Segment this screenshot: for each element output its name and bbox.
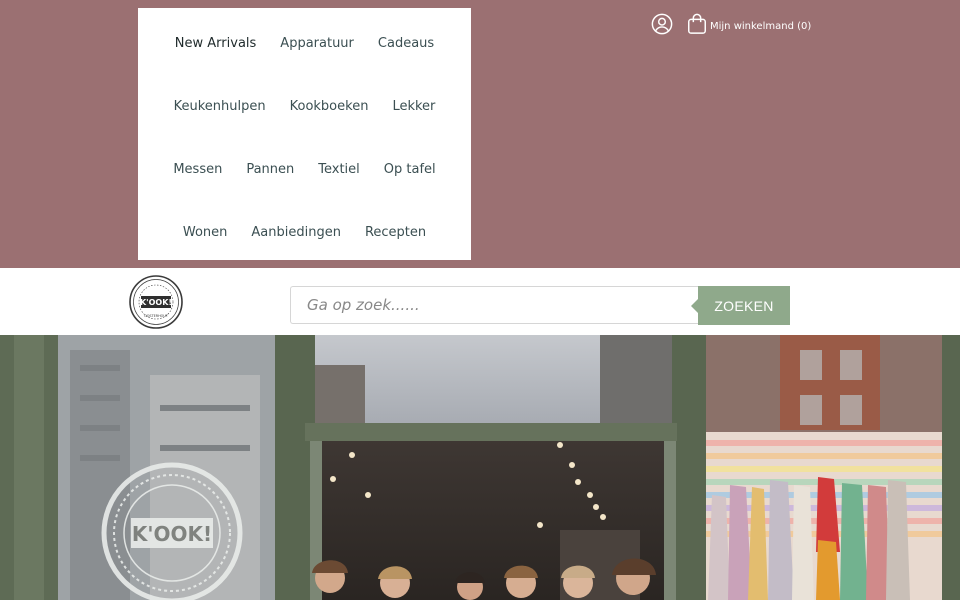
menu-item-pannen[interactable]: Pannen — [246, 162, 294, 177]
kook-logo[interactable]: K'OOK! OOSTERHOUT — [129, 275, 183, 329]
menu-item-new-arrivals[interactable]: New Arrivals — [175, 36, 257, 51]
user-circle-icon[interactable] — [651, 13, 673, 35]
menu-item-lekker[interactable]: Lekker — [392, 99, 435, 114]
menu-row: Messen Pannen Textiel Op tafel — [138, 162, 471, 177]
logo-ring-text: OOSTERHOUT — [144, 314, 169, 318]
menu-item-op-tafel[interactable]: Op tafel — [384, 162, 436, 177]
search-input[interactable] — [291, 286, 698, 324]
hero-storefront-photo: K'OOK! — [0, 335, 960, 600]
cart-label: Mijn winkelmand (0) — [710, 21, 812, 32]
search-field-wrapper — [290, 286, 698, 324]
menu-item-wonen[interactable]: Wonen — [183, 225, 228, 240]
window-logo-text: K'OOK! — [132, 522, 212, 546]
search-button[interactable]: ZOEKEN — [691, 286, 790, 325]
menu-item-cadeaus[interactable]: Cadeaus — [378, 36, 434, 51]
menu-item-aanbiedingen[interactable]: Aanbiedingen — [251, 225, 341, 240]
header: K'OOK! OOSTERHOUT ZOEKEN — [0, 268, 960, 335]
menu-item-textiel[interactable]: Textiel — [318, 162, 360, 177]
top-bar: New Arrivals Apparatuur Cadeaus Keukenhu… — [0, 0, 960, 268]
shopping-bag-icon — [688, 13, 706, 34]
cart-link[interactable]: Mijn winkelmand (0) — [686, 13, 811, 35]
menu-row: New Arrivals Apparatuur Cadeaus — [138, 36, 471, 51]
menu-item-kookboeken[interactable]: Kookboeken — [290, 99, 369, 114]
menu-row: Keukenhulpen Kookboeken Lekker — [138, 99, 471, 114]
storefront-photo: K'OOK! — [0, 335, 960, 600]
menu-item-messen[interactable]: Messen — [173, 162, 222, 177]
menu-item-keukenhulpen[interactable]: Keukenhulpen — [174, 99, 266, 114]
menu-row: Wonen Aanbiedingen Recepten — [138, 225, 471, 240]
menu-item-recepten[interactable]: Recepten — [365, 225, 426, 240]
category-menu: New Arrivals Apparatuur Cadeaus Keukenhu… — [138, 8, 471, 260]
menu-item-apparatuur[interactable]: Apparatuur — [280, 36, 354, 51]
logo-text: K'OOK! — [140, 298, 172, 307]
